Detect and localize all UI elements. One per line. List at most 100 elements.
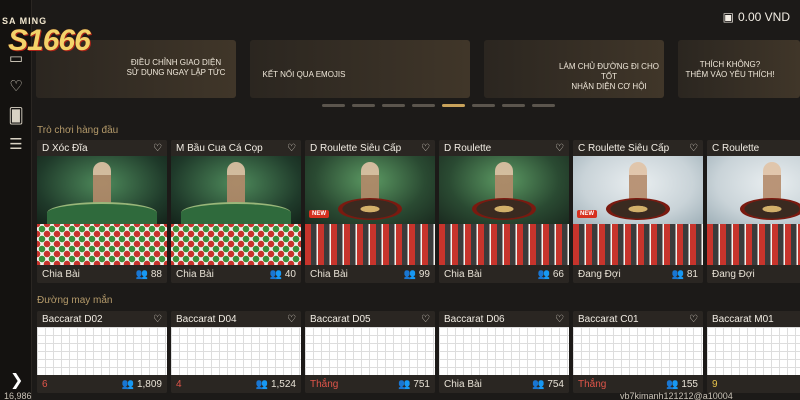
favorite-heart-icon[interactable]: ♡ xyxy=(421,314,430,325)
banner-carousel[interactable]: ĐIỀU CHỈNH GIAO DIỆN Sử dụng ngay lập tứ… xyxy=(36,40,800,98)
card-header: D Roulette ♡ xyxy=(439,140,569,156)
card-footer: Chia Bài 👥 66 xyxy=(439,265,569,283)
round-status: 9 xyxy=(712,378,718,390)
baccarat-title: Baccarat D04 xyxy=(176,313,237,325)
players-icon: 👥 xyxy=(532,378,548,390)
game-table xyxy=(181,202,291,224)
online-count: 16,986 xyxy=(4,391,32,400)
banner-favorite[interactable]: THÍCH KHÔNG? THÊM VÀO YÊU THÍCH! xyxy=(678,40,800,98)
player-number: 99 xyxy=(418,268,430,280)
baccarat-card[interactable]: Baccarat D04 ♡ 4 👥 1,524 xyxy=(171,311,301,393)
live-video[interactable] xyxy=(171,156,301,224)
favorite-heart-icon[interactable]: ♡ xyxy=(555,314,564,325)
carousel-dots xyxy=(322,104,555,107)
card-footer: 6 👥 1,809 xyxy=(37,375,167,393)
card-header: D Xóc Đĩa ♡ xyxy=(37,140,167,156)
baccarat-card[interactable]: Baccarat D06 ♡ Chia Bài 👥 754 xyxy=(439,311,569,393)
favorite-heart-icon[interactable]: ♡ xyxy=(287,314,296,325)
players-icon: 👥 xyxy=(537,268,553,280)
road-board xyxy=(573,327,703,375)
baccarat-card[interactable]: Baccarat C01 ♡ Thắng 👥 155 xyxy=(573,311,703,393)
carousel-dot[interactable] xyxy=(472,104,495,107)
road-board xyxy=(439,327,569,375)
favorite-heart-icon[interactable]: ♡ xyxy=(689,143,698,154)
game-title: C Roulette xyxy=(712,142,760,154)
section-title-lucky: Đường may mắn xyxy=(37,295,113,306)
carousel-dot[interactable] xyxy=(382,104,405,107)
card-footer: Chia Bài 👥 88 xyxy=(37,265,167,283)
chips-icon[interactable]: ☰ xyxy=(7,136,25,154)
favorite-heart-icon[interactable]: ♡ xyxy=(153,143,162,154)
card-header: C Roulette Siêu Cấp ♡ xyxy=(573,140,703,156)
card-footer: Chia Bài 👥 40 xyxy=(171,265,301,283)
game-title: D Roulette Siêu Cấp xyxy=(310,142,402,154)
baccarat-card[interactable]: Baccarat D05 ♡ Thắng 👥 751 xyxy=(305,311,435,393)
logo-brand: S1666 xyxy=(8,24,91,57)
game-card[interactable]: M Bầu Cua Cá Cọp ♡ Chia Bài 👥 40 xyxy=(171,140,301,283)
player-number: 155 xyxy=(681,378,698,390)
favorite-heart-icon[interactable]: ♡ xyxy=(287,143,296,154)
baccarat-card[interactable]: Baccarat D02 ♡ 6 👥 1,809 xyxy=(37,311,167,393)
card-header: Baccarat M01♡ xyxy=(707,311,800,327)
expand-sidebar-icon[interactable]: ❯ xyxy=(10,370,23,390)
carousel-dot[interactable] xyxy=(502,104,525,107)
cards-icon[interactable]: 🂠 xyxy=(7,108,25,126)
card-header: Baccarat D04 ♡ xyxy=(171,311,301,327)
road-board xyxy=(37,327,167,375)
favorite-heart-icon[interactable]: ♡ xyxy=(555,143,564,154)
baccarat-title: Baccarat C01 xyxy=(578,313,639,325)
game-status: Chia Bài xyxy=(444,268,482,280)
player-count: 👥 81 xyxy=(672,269,698,280)
player-count: 👥 40 xyxy=(270,269,296,280)
card-footer: Chia Bài 👥 99 xyxy=(305,265,435,283)
card-footer: Chia Bài 👥 754 xyxy=(439,375,569,393)
game-title: D Xóc Đĩa xyxy=(42,142,88,154)
card-header: Baccarat D06 ♡ xyxy=(439,311,569,327)
card-header: Baccarat C01 ♡ xyxy=(573,311,703,327)
carousel-dot-active[interactable] xyxy=(442,104,465,107)
carousel-dot[interactable] xyxy=(532,104,555,107)
carousel-dot[interactable] xyxy=(352,104,375,107)
game-card[interactable]: C Roulette Siêu Cấp ♡ NEW Đang Đợi 👥 81 xyxy=(573,140,703,283)
game-status: Chia Bài xyxy=(176,268,214,280)
banner-road[interactable]: LÀM CHỦ ĐƯỜNG ĐI CHO TỐT Nhận diện cơ hộ… xyxy=(484,40,664,98)
player-number: 751 xyxy=(413,378,430,390)
carousel-dot[interactable] xyxy=(322,104,345,107)
roulette-wheel xyxy=(472,198,536,220)
baccarat-title: Baccarat D06 xyxy=(444,313,505,325)
new-badge: NEW xyxy=(309,210,329,218)
favorite-heart-icon[interactable]: ♡ xyxy=(421,143,430,154)
game-card[interactable]: C Roulette♡ Đang Đợi👥 xyxy=(707,140,800,283)
card-footer: Đang Đợi 👥 81 xyxy=(573,265,703,283)
players-icon: 👥 xyxy=(255,378,271,390)
roulette-wheel xyxy=(338,198,402,220)
baccarat-title: Baccarat D05 xyxy=(310,313,371,325)
live-video[interactable] xyxy=(439,156,569,224)
game-title: M Bầu Cua Cá Cọp xyxy=(176,142,263,154)
live-video[interactable]: NEW xyxy=(305,156,435,224)
game-card[interactable]: D Roulette Siêu Cấp ♡ NEW Chia Bài 👥 99 xyxy=(305,140,435,283)
card-footer: Thắng 👥 751 xyxy=(305,375,435,393)
carousel-dot[interactable] xyxy=(412,104,435,107)
baccarat-card[interactable]: Baccarat M01♡9👥 xyxy=(707,311,800,393)
favorite-heart-icon[interactable]: ♡ xyxy=(689,314,698,325)
game-status: Chia Bài xyxy=(42,268,80,280)
casino-lobby: ▭ ♡ 🂠 ☰ ❯ SA MING S1666 ▣ 0.00 VND ĐIỀU … xyxy=(0,0,800,400)
player-count: 👥 88 xyxy=(136,269,162,280)
live-video[interactable]: NEW xyxy=(573,156,703,224)
game-card[interactable]: D Roulette ♡ Chia Bài 👥 66 xyxy=(439,140,569,283)
game-card[interactable]: D Xóc Đĩa ♡ Chia Bài 👥 88 xyxy=(37,140,167,283)
favorite-heart-icon[interactable]: ♡ xyxy=(153,314,162,325)
live-video[interactable] xyxy=(707,156,800,224)
banner-emojis[interactable]: KẾT NỐI QUA EMOJIS xyxy=(250,40,470,98)
player-number: 88 xyxy=(150,268,162,280)
game-status: Đang Đợi xyxy=(578,268,621,280)
wallet-amount: 0.00 VND xyxy=(737,10,790,24)
wallet[interactable]: ▣ 0.00 VND xyxy=(723,10,790,24)
player-number: 1,809 xyxy=(136,378,162,390)
player-number: 40 xyxy=(284,268,296,280)
players-icon: 👥 xyxy=(135,268,151,280)
result-board xyxy=(573,224,703,265)
heart-icon[interactable]: ♡ xyxy=(7,78,25,96)
live-video[interactable] xyxy=(37,156,167,224)
